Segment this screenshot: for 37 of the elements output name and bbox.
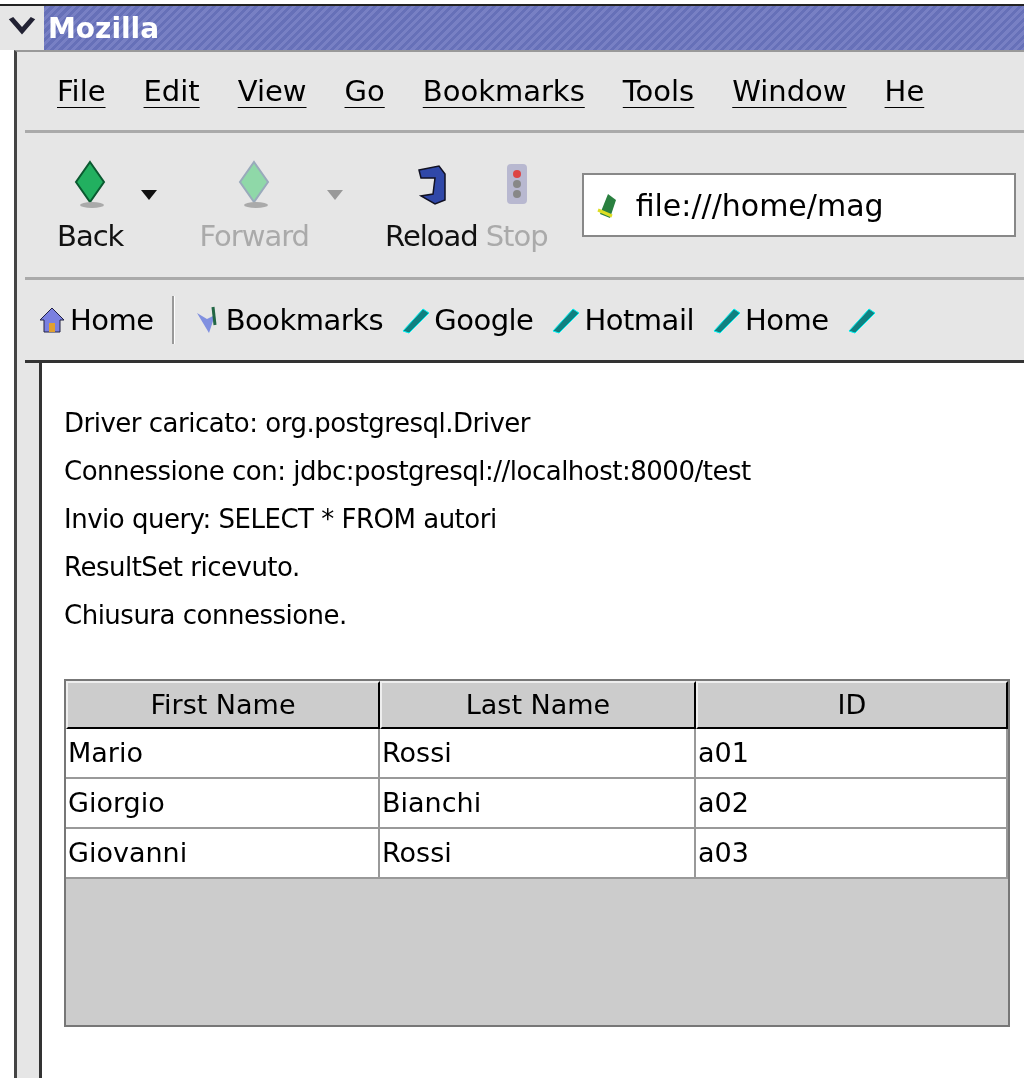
- menu-item[interactable]: Tools: [622, 74, 695, 108]
- table-cell: a02: [696, 779, 1008, 829]
- menu-item[interactable]: Bookmarks: [422, 74, 585, 108]
- log-line: Invio query: SELECT * FROM autori: [64, 503, 498, 536]
- bookmark-link[interactable]: Hotmail: [551, 303, 694, 337]
- table-cell: Giorgio: [66, 779, 380, 829]
- menu-item[interactable]: File: [57, 74, 106, 108]
- window-menu-icon[interactable]: [0, 6, 44, 50]
- log-line: Connessione con: jdbc:postgresql://localhost:8000/test: [64, 455, 752, 488]
- table-cell: a01: [696, 729, 1008, 779]
- menu-item[interactable]: Window: [732, 74, 847, 108]
- column-header[interactable]: ID: [696, 681, 1008, 729]
- bookmark-link[interactable]: Home: [712, 303, 829, 337]
- home-button[interactable]: Home: [37, 303, 154, 337]
- table-cell: Rossi: [380, 729, 696, 779]
- log-line: Chiusura connessione.: [64, 599, 348, 632]
- table-cell: Mario: [66, 729, 380, 779]
- house-icon: [37, 305, 67, 335]
- table-cell: Giovanni: [66, 829, 380, 879]
- column-header[interactable]: Last Name: [380, 681, 696, 729]
- table-cell: a03: [696, 829, 1008, 879]
- menu-item[interactable]: He: [884, 74, 925, 108]
- menu-item[interactable]: Go: [344, 74, 385, 108]
- bookmark-link[interactable]: Google: [401, 303, 534, 337]
- window-title: Mozilla: [48, 11, 160, 45]
- column-header[interactable]: First Name: [66, 681, 380, 729]
- menu-item[interactable]: Edit: [143, 74, 200, 108]
- bookmarks-button[interactable]: Bookmarks: [192, 303, 384, 337]
- address-field[interactable]: file:///home/mag: [581, 173, 1016, 237]
- table-cell: Bianchi: [380, 779, 696, 829]
- dropdown-arrow-icon[interactable]: [141, 190, 158, 200]
- log-line: ResultSet ricevuto.: [64, 551, 301, 584]
- table-cell: Rossi: [380, 829, 696, 879]
- menu-item[interactable]: View: [237, 74, 307, 108]
- back-button[interactable]: Back: [53, 157, 128, 253]
- log-line: Driver caricato: org.postgresql.Driver: [64, 407, 532, 440]
- reload-button[interactable]: Reload: [381, 157, 482, 253]
